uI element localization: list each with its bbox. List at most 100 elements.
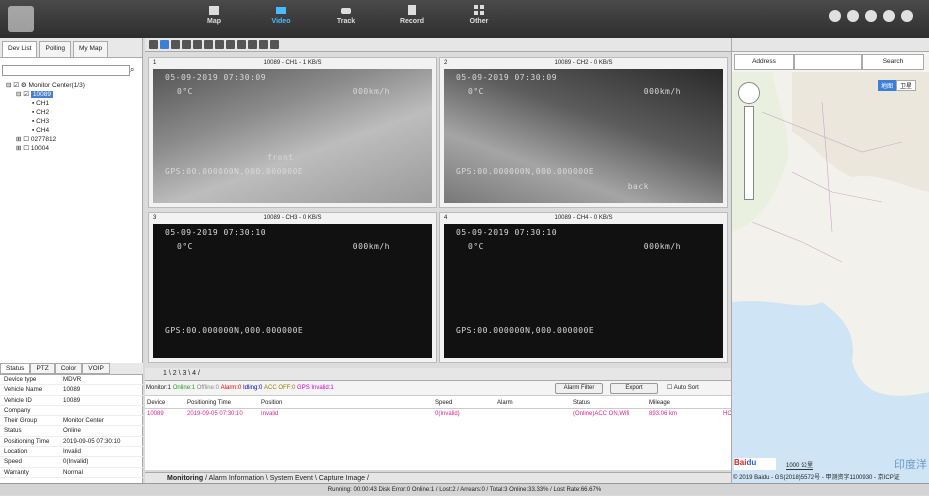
pan-control[interactable] (738, 82, 760, 104)
video-cell[interactable]: 3 10089 - CH3 - 0 KB/S 05-09-2019 07:30:1… (148, 212, 437, 363)
nav-record[interactable]: Record (392, 4, 432, 25)
info-value: 0(Invalid) (63, 458, 89, 466)
tab-dev-list[interactable]: Dev List (2, 41, 38, 57)
video-cell[interactable]: 2 10089 - CH2 - 0 KB/S 05-09-2019 07:30:0… (439, 57, 728, 208)
video-screen[interactable]: 05-09-2019 07:30:10 0°C 000km/h GPS:00.0… (444, 224, 723, 358)
tab-status[interactable]: Status (0, 363, 31, 374)
grid-icon (474, 5, 484, 15)
column-header[interactable]: Speed (433, 398, 495, 408)
column-header[interactable]: Alarm (495, 398, 571, 408)
column-header[interactable]: Mileage (647, 398, 721, 408)
info-value: Normal (63, 468, 83, 476)
map-panel[interactable]: Address Search 地图 卫星 印度洋 1000 公里 Baidu ©… (731, 38, 929, 483)
info-key: Warranty (4, 468, 29, 476)
page-tabs[interactable]: 1 \ 2 \ 3 \ 4 / (145, 368, 731, 380)
info-key: Company (4, 406, 31, 414)
search-icon[interactable]: ⌕ (130, 65, 140, 79)
tab-system-event[interactable]: System Event (270, 475, 313, 482)
info-row: Positioning Time 2019-09-05 07:30:10 (0, 437, 143, 448)
info-value: MDVR (63, 376, 82, 383)
video-cell[interactable]: 1 10089 - CH1 - 1 KB/S 05-09-2019 07:30:0… (148, 57, 437, 208)
tree-channel-3[interactable]: ▪ CH3 (6, 117, 142, 126)
export-button[interactable]: Export (610, 383, 658, 394)
video-cell-header: 3 10089 - CH3 - 0 KB/S (153, 215, 322, 221)
layout-4-icon[interactable] (160, 40, 169, 49)
play-icon[interactable] (248, 40, 257, 49)
tab-monitoring[interactable]: Monitoring (167, 475, 203, 482)
grid-summary: Monitor:1 Online:1 Offline:0 Alarm:0 Idl… (145, 381, 731, 396)
app-logo (8, 6, 34, 32)
column-header[interactable]: Positioning Time (185, 398, 259, 408)
zoom-slider[interactable] (744, 106, 754, 200)
info-key: Positioning Time (4, 437, 50, 445)
layout-8-icon[interactable] (182, 40, 191, 49)
video-screen[interactable]: 05-09-2019 07:30:09 0°C 000km/h front GP… (153, 69, 432, 203)
info-value: Monitor Center (63, 417, 104, 425)
table-cell: Invalid (261, 411, 279, 417)
video-screen[interactable]: 05-09-2019 07:30:10 0°C 000km/h GPS:00.0… (153, 224, 432, 358)
left-tabs: Dev List Polling My Map (0, 38, 142, 58)
video-temperature: 0°C (468, 87, 484, 96)
tree-device-3[interactable]: ⊞ ☐ 10004 (6, 144, 142, 153)
nav-video[interactable]: Video (261, 4, 301, 25)
video-toolbar (145, 38, 731, 52)
fullscreen-icon[interactable] (270, 40, 279, 49)
map-copyright: © 2019 Baidu - GS(2018)5572号 - 甲测资字11009… (733, 475, 900, 481)
tab-polling[interactable]: Polling (39, 41, 71, 57)
address-input[interactable] (794, 54, 862, 70)
table-cell: 2019-09-05 07:30:10 (187, 411, 243, 417)
video-cell[interactable]: 4 10089 - CH4 - 0 KB/S 05-09-2019 07:30:1… (439, 212, 728, 363)
skin-icon[interactable] (865, 10, 877, 22)
tab-color[interactable]: Color (54, 363, 83, 374)
tree-channel-1[interactable]: ▪ CH1 (6, 99, 142, 108)
column-header[interactable] (721, 398, 731, 408)
volume-icon[interactable] (237, 40, 246, 49)
info-value: 2019-09-05 07:30:10 (63, 437, 121, 445)
tab-capture-image[interactable]: Capture Image (319, 475, 365, 482)
info-row: Vehicle ID 10089 (0, 396, 143, 406)
satellite-type-button[interactable]: 卫星 (896, 80, 917, 91)
table-cell: (Online)ACC ON,Wifi (573, 411, 630, 417)
auto-sort-checkbox[interactable]: ☐ Auto Sort (667, 384, 699, 391)
video-speed: 000km/h (643, 242, 681, 251)
stop-icon[interactable] (259, 40, 268, 49)
info-key: Device type (4, 376, 37, 383)
video-screen[interactable]: 05-09-2019 07:30:09 0°C 000km/h back GPS… (444, 69, 723, 203)
nav-track[interactable]: Track (326, 4, 366, 25)
tree-channel-2[interactable]: ▪ CH2 (6, 108, 142, 117)
column-header[interactable]: Device (145, 398, 185, 408)
tab-my-map[interactable]: My Map (73, 41, 109, 57)
language-icon[interactable] (847, 10, 859, 22)
close-icon[interactable] (901, 10, 913, 22)
video-speed: 000km/h (352, 242, 390, 251)
map-canvas[interactable] (732, 72, 929, 483)
layout-16-icon[interactable] (204, 40, 213, 49)
tab-voip[interactable]: VOIP (82, 363, 110, 374)
tab-ptz[interactable]: PTZ (30, 363, 55, 374)
record-btn-icon[interactable] (226, 40, 235, 49)
snapshot-icon[interactable] (215, 40, 224, 49)
info-value: Invalid (63, 448, 81, 456)
tab-alarm-information[interactable]: Alarm Information (209, 475, 264, 482)
baidu-logo: Baidu (734, 458, 776, 470)
video-gps: GPS:00.000000N,000.000000E (165, 326, 304, 335)
column-header[interactable]: Status (571, 398, 647, 408)
video-speed: 000km/h (352, 87, 390, 96)
tree-device-2[interactable]: ⊞ ☐ 0277812 (6, 135, 142, 144)
device-search-input[interactable] (2, 65, 130, 76)
layout-1-icon[interactable] (149, 40, 158, 49)
nav-other[interactable]: Other (459, 4, 499, 25)
tree-channel-4[interactable]: ▪ CH4 (6, 126, 142, 135)
column-header[interactable]: Position (259, 398, 433, 408)
alarm-filter-button[interactable]: Alarm Filter (555, 383, 603, 394)
nav-map[interactable]: Map (194, 4, 234, 25)
minimize-icon[interactable] (883, 10, 895, 22)
tree-root[interactable]: ⊟ ☑ ⚙ Monitor Center(1/3) (6, 81, 142, 90)
settings-icon[interactable] (829, 10, 841, 22)
tree-device[interactable]: ⊟ ☑ 10089 (6, 90, 142, 99)
map-search-button[interactable]: Search (862, 54, 924, 70)
layout-9-icon[interactable] (193, 40, 202, 49)
layout-6-icon[interactable] (171, 40, 180, 49)
map-type-button[interactable]: 地图 (878, 80, 897, 91)
table-row[interactable]: 10089 2019-09-05 07:30:10 Invalid 0(Invalid… (145, 409, 731, 419)
